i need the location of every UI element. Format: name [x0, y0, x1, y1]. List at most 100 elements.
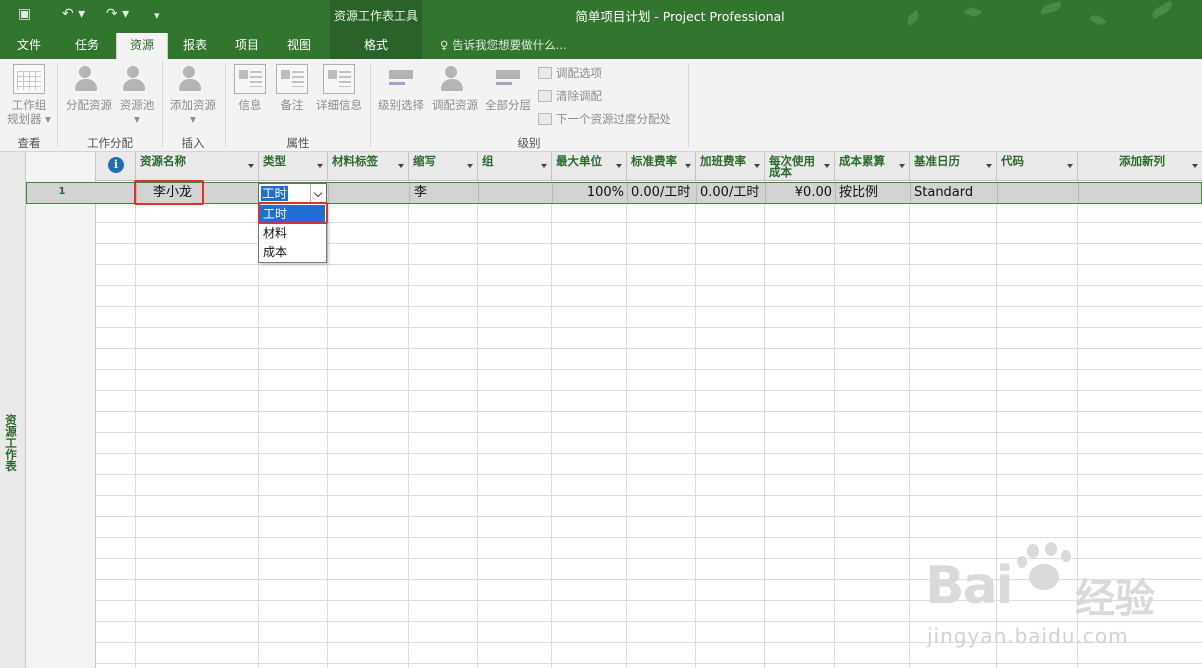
column-header-row: i 资源名称 类型 材料标签 缩写 组 最大单位 标准费率 加班费率 每次使用成… [96, 152, 1202, 181]
add-resources-button[interactable]: 添加资源 ▾ [166, 64, 220, 126]
filter-arrow-icon[interactable] [899, 164, 905, 168]
notes-icon [276, 64, 308, 94]
next-overallocation-icon [538, 113, 552, 125]
cell-max-units[interactable]: 100% [553, 183, 628, 203]
team-planner-button[interactable]: 工作组 规划器 ▾ [5, 64, 53, 126]
column-header-ovt-rate[interactable]: 加班费率 [696, 152, 765, 181]
cell-initials[interactable]: 李 [410, 183, 479, 203]
filter-arrow-icon[interactable] [685, 164, 691, 168]
column-header-accrue-at[interactable]: 成本累算 [835, 152, 910, 181]
save-icon[interactable]: ▣ [18, 6, 31, 22]
level-resource-button[interactable]: 调配资源 [428, 64, 482, 112]
redo-icon[interactable]: ↷ ▾ [106, 6, 129, 22]
group-label-properties: 属性 [286, 136, 310, 150]
filter-arrow-icon[interactable] [398, 164, 404, 168]
column-header-material-label[interactable]: 材料标签 [328, 152, 409, 181]
column-header-name[interactable]: 资源名称 [136, 152, 259, 181]
filter-arrow-icon[interactable] [824, 164, 830, 168]
filter-arrow-icon[interactable] [1067, 164, 1073, 168]
column-header-code[interactable]: 代码 [997, 152, 1078, 181]
leaf-decoration-icon [1039, 1, 1063, 15]
group-separator [162, 63, 163, 147]
leveling-options-button[interactable]: 调配选项 [538, 64, 602, 82]
tab-format[interactable]: 格式 [330, 33, 422, 59]
group-label-assignments: 工作分配 [87, 136, 133, 150]
cell-group[interactable] [479, 183, 553, 203]
next-overallocation-button[interactable]: 下一个资源过度分配处 [538, 110, 671, 128]
group-separator [688, 63, 689, 147]
filter-arrow-icon[interactable] [986, 164, 992, 168]
column-header-info[interactable]: i [96, 152, 136, 181]
filter-arrow-icon[interactable] [616, 164, 622, 168]
resource-sheet: 资源工作表 i 资源名称 类型 材料标签 缩写 组 最大单位 标准费率 加班费率… [0, 152, 1202, 668]
details-button[interactable]: 详细信息 [312, 64, 366, 112]
tab-task[interactable]: 任务 [64, 33, 110, 59]
column-header-base-calendar[interactable]: 基准日历 [910, 152, 997, 181]
cell-code[interactable] [998, 183, 1079, 203]
filter-arrow-icon[interactable] [541, 164, 547, 168]
grid-line [327, 181, 328, 668]
grid-line [764, 181, 765, 668]
cell-ovt-rate[interactable]: 0.00/工时 [697, 183, 766, 203]
level-selection-icon [385, 64, 417, 94]
column-header-add-new[interactable]: 添加新列 [1078, 152, 1202, 181]
column-header-std-rate[interactable]: 标准费率 [627, 152, 696, 181]
notes-button[interactable]: 备注 [272, 64, 312, 112]
tab-file[interactable]: 文件 [6, 33, 52, 59]
cell-material-label[interactable] [329, 183, 410, 203]
type-combobox[interactable]: 工时 [258, 183, 327, 204]
column-header-max-units[interactable]: 最大单位 [552, 152, 627, 181]
cell-std-rate[interactable]: 0.00/工时 [628, 183, 697, 203]
leaf-decoration-icon [1089, 12, 1107, 28]
column-header-initials[interactable]: 缩写 [409, 152, 478, 181]
tab-resource[interactable]: 资源 [116, 33, 168, 59]
information-button[interactable]: 信息 [230, 64, 270, 112]
cell-base-calendar[interactable]: Standard [911, 183, 998, 203]
tell-me-box[interactable]: ♀ 告诉我您想要做什么... [440, 33, 567, 59]
grid-line [408, 181, 409, 668]
filter-arrow-icon[interactable] [467, 164, 473, 168]
filter-arrow-icon[interactable] [1192, 164, 1198, 168]
add-resources-icon [177, 64, 209, 94]
column-header-cost-per-use[interactable]: 每次使用成本 [765, 152, 835, 181]
level-resource-icon [439, 64, 471, 94]
grid-line [996, 181, 997, 668]
highlight-box-name [134, 180, 204, 205]
undo-icon[interactable]: ↶ ▾ [62, 6, 85, 22]
customize-qat-icon[interactable]: ▾ [154, 9, 160, 22]
leaf-decoration-icon [904, 9, 922, 27]
filter-arrow-icon[interactable] [317, 164, 323, 168]
clear-leveling-button[interactable]: 清除调配 [538, 87, 602, 105]
group-label-insert: 插入 [181, 136, 205, 150]
cell-indicator[interactable] [97, 183, 137, 203]
ribbon: 工作组 规划器 ▾ 查看 分配资源 资源池 ▾ 工作分配 添加资源 ▾ 插入 信息 … [0, 59, 1202, 152]
view-bar: 资源工作表 [0, 152, 26, 668]
cell-accrue-at[interactable]: 按比例 [836, 183, 911, 203]
group-separator [225, 63, 226, 147]
type-combobox-value[interactable]: 工时 [261, 186, 289, 201]
tab-report[interactable]: 报表 [172, 33, 218, 59]
tab-view[interactable]: 视图 [276, 33, 322, 59]
resource-pool-button[interactable]: 资源池 ▾ [116, 64, 158, 126]
group-separator [57, 63, 58, 147]
filter-arrow-icon[interactable] [248, 164, 254, 168]
filter-arrow-icon[interactable] [754, 164, 760, 168]
grid-line [626, 181, 627, 668]
grid-line [834, 181, 835, 668]
column-header-type[interactable]: 类型 [259, 152, 328, 181]
chevron-down-icon[interactable] [310, 184, 326, 203]
level-selection-button[interactable]: 级别选择 [374, 64, 428, 112]
dropdown-option-cost[interactable]: 成本 [260, 243, 325, 261]
dropdown-option-material[interactable]: 材料 [260, 224, 325, 242]
information-icon [234, 64, 266, 94]
lightbulb-icon: ♀ [440, 38, 449, 52]
row-number[interactable]: 1 [27, 183, 97, 203]
tab-project[interactable]: 项目 [224, 33, 270, 59]
cell-cost-per-use[interactable]: ¥0.00 [766, 183, 836, 203]
group-separator [370, 63, 371, 147]
highlight-box-type-option [258, 202, 328, 224]
leveling-options-icon [538, 67, 552, 79]
assign-resources-button[interactable]: 分配资源 [62, 64, 116, 112]
column-header-group[interactable]: 组 [478, 152, 552, 181]
level-all-button[interactable]: 全部分层 [482, 64, 534, 112]
